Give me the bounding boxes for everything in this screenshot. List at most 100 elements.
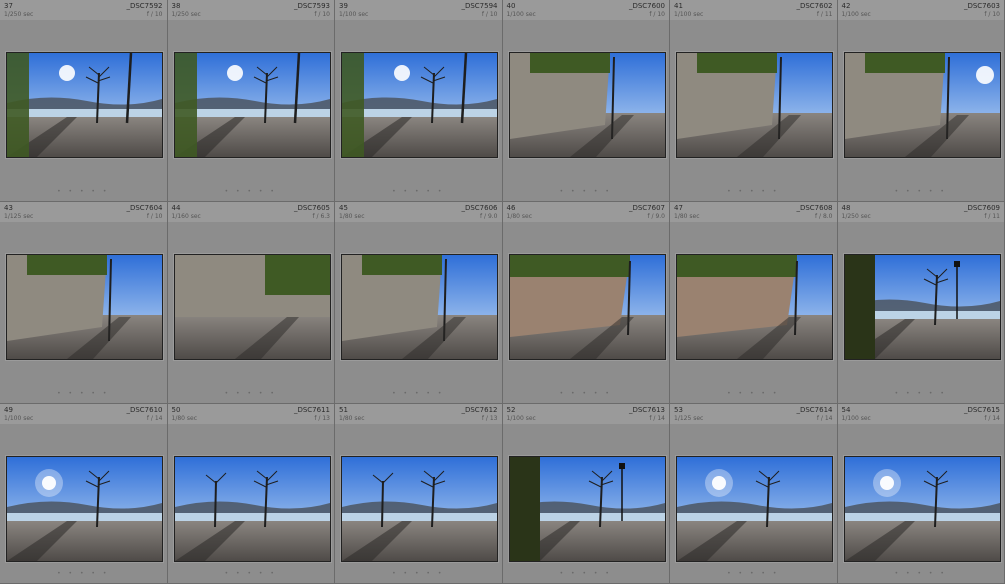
rating-dots[interactable]: • • • • •: [503, 188, 670, 195]
shutter-speed: 1/80 sec: [674, 213, 700, 220]
grid-cell[interactable]: 41 _DSC7602 1/100 sec f / 11 • • • • •: [670, 0, 838, 202]
photo-thumbnail[interactable]: [173, 52, 331, 158]
rating-dots[interactable]: • • • • •: [670, 570, 837, 577]
photo-index: 44: [171, 204, 181, 212]
cell-header: 50 _DSC7611 1/80 sec f / 13: [167, 404, 334, 424]
photo-thumbnail[interactable]: [341, 254, 498, 360]
photo-thumbnail[interactable]: [676, 52, 833, 158]
rating-dots[interactable]: • • • • •: [0, 390, 167, 397]
grid-cell[interactable]: 47 _DSC7608 1/80 sec f / 8.0 • • • • •: [670, 202, 838, 404]
grid-cell[interactable]: 39 _DSC7594 1/100 sec f / 10 • • • • •: [335, 0, 503, 202]
grid-cell[interactable]: 48 _DSC7609 1/250 sec f / 11 • • • • •: [837, 202, 1005, 404]
grid-cell[interactable]: 43 _DSC7604 1/125 sec f / 10 • • • • •: [0, 202, 168, 404]
rating-dots[interactable]: • • • • •: [0, 188, 167, 195]
photo-thumbnail[interactable]: [843, 456, 1001, 562]
rating-dots[interactable]: • • • • •: [335, 188, 502, 195]
rating-dots[interactable]: • • • • •: [335, 570, 502, 577]
shutter-speed: 1/125 sec: [674, 415, 704, 422]
aperture: f / 10: [146, 213, 163, 220]
rating-dots[interactable]: • • • • •: [168, 390, 335, 397]
rating-dots[interactable]: • • • • •: [335, 390, 502, 397]
grid-cell[interactable]: 46 _DSC7607 1/80 sec f / 9.0 • • • • •: [502, 202, 670, 404]
grid-cell[interactable]: 53 _DSC7614 1/125 sec f / 14 • • • • •: [670, 404, 838, 584]
photo-thumbnail[interactable]: [508, 456, 666, 562]
photo-thumbnail[interactable]: [508, 254, 666, 360]
grid-cell[interactable]: 54 _DSC7615 1/100 sec f / 14 • • • • •: [837, 404, 1005, 584]
photo-filename: _DSC7593: [293, 2, 330, 10]
grid-cell[interactable]: 52 _DSC7613 1/100 sec f / 14 • • • • •: [502, 404, 670, 584]
photo-index: 46: [506, 204, 516, 212]
photo-filename: _DSC7611: [293, 406, 330, 414]
aperture: f / 11: [816, 11, 833, 18]
shutter-speed: 1/250 sec: [4, 11, 34, 18]
cell-header: 43 _DSC7604 1/125 sec f / 10: [0, 202, 167, 222]
photo-thumbnail[interactable]: [341, 52, 498, 158]
grid-cell[interactable]: 45 _DSC7606 1/80 sec f / 9.0 • • • • •: [335, 202, 503, 404]
aperture: f / 14: [816, 415, 833, 422]
photo-filename: _DSC7607: [628, 204, 665, 212]
aperture: f / 6.3: [312, 213, 331, 220]
photo-index: 52: [506, 406, 516, 414]
photo-index: 48: [841, 204, 851, 212]
shutter-speed: 1/80 sec: [506, 213, 533, 220]
rating-dots[interactable]: • • • • •: [168, 570, 335, 577]
shutter-speed: 1/100 sec: [506, 415, 536, 422]
rating-dots[interactable]: • • • • •: [838, 390, 1005, 397]
rating-dots[interactable]: • • • • •: [838, 188, 1005, 195]
photo-index: 51: [339, 406, 348, 414]
grid-cell[interactable]: 51 _DSC7612 1/80 sec f / 13 • • • • •: [335, 404, 503, 584]
photo-thumbnail[interactable]: [173, 456, 331, 562]
photo-filename: _DSC7592: [126, 2, 163, 10]
aperture: f / 9.0: [480, 213, 498, 220]
rating-dots[interactable]: • • • • •: [670, 390, 837, 397]
photo-filename: _DSC7608: [796, 204, 833, 212]
grid-cell[interactable]: 49 _DSC7610 1/100 sec f / 14 • • • • •: [0, 404, 168, 584]
grid-cell[interactable]: 50 _DSC7611 1/80 sec f / 13 • • • • •: [167, 404, 335, 584]
aperture: f / 10: [314, 11, 330, 18]
aperture: f / 14: [649, 415, 665, 422]
shutter-speed: 1/125 sec: [4, 213, 34, 220]
aperture: f / 10: [984, 11, 1000, 18]
grid-cell[interactable]: 42 _DSC7603 1/100 sec f / 10 • • • • •: [837, 0, 1005, 202]
rating-dots[interactable]: • • • • •: [168, 188, 335, 195]
cell-header: 51 _DSC7612 1/80 sec f / 13: [335, 404, 502, 424]
grid-cell[interactable]: 38 _DSC7593 1/250 sec f / 10 • • • • •: [167, 0, 335, 202]
photo-filename: _DSC7594: [461, 2, 498, 10]
photo-index: 38: [171, 2, 181, 10]
shutter-speed: 1/80 sec: [339, 415, 365, 422]
aperture: f / 10: [649, 11, 665, 18]
grid-cell[interactable]: 37 _DSC7592 1/250 sec f / 10 • • • • •: [0, 0, 168, 202]
photo-thumbnail[interactable]: [341, 456, 498, 562]
photo-thumbnail[interactable]: [6, 456, 163, 562]
cell-header: 44 _DSC7605 1/160 sec f / 6.3: [167, 202, 334, 222]
photo-thumbnail[interactable]: [843, 254, 1001, 360]
photo-thumbnail[interactable]: [508, 52, 666, 158]
rating-dots[interactable]: • • • • •: [503, 570, 670, 577]
rating-dots[interactable]: • • • • •: [0, 570, 167, 577]
grid-cell[interactable]: 44 _DSC7605 1/160 sec f / 6.3 • • • • •: [167, 202, 335, 404]
aperture: f / 14: [984, 415, 1000, 422]
photo-thumbnail[interactable]: [6, 254, 163, 360]
photo-thumbnail[interactable]: [843, 52, 1001, 158]
shutter-speed: 1/100 sec: [841, 415, 871, 422]
photo-thumbnail[interactable]: [676, 456, 833, 562]
photo-thumbnail[interactable]: [173, 254, 331, 360]
aperture: f / 9.0: [647, 213, 666, 220]
photo-thumbnail[interactable]: [6, 52, 163, 158]
thumbnail-grid: 37 _DSC7592 1/250 sec f / 10 • • • • • 3…: [0, 0, 1005, 584]
aperture: f / 14: [146, 415, 163, 422]
photo-thumbnail[interactable]: [676, 254, 833, 360]
rating-dots[interactable]: • • • • •: [838, 570, 1005, 577]
rating-dots[interactable]: • • • • •: [503, 390, 670, 397]
shutter-speed: 1/80 sec: [171, 415, 198, 422]
photo-filename: _DSC7613: [628, 406, 665, 414]
shutter-speed: 1/100 sec: [339, 11, 369, 18]
aperture: f / 13: [481, 415, 498, 422]
aperture: f / 11: [984, 213, 1000, 220]
grid-cell[interactable]: 40 _DSC7600 1/100 sec f / 10 • • • • •: [502, 0, 670, 202]
photo-index: 37: [4, 2, 13, 10]
photo-filename: _DSC7614: [796, 406, 833, 414]
cell-header: 52 _DSC7613 1/100 sec f / 14: [502, 404, 669, 424]
photo-filename: _DSC7612: [461, 406, 498, 414]
rating-dots[interactable]: • • • • •: [670, 188, 837, 195]
